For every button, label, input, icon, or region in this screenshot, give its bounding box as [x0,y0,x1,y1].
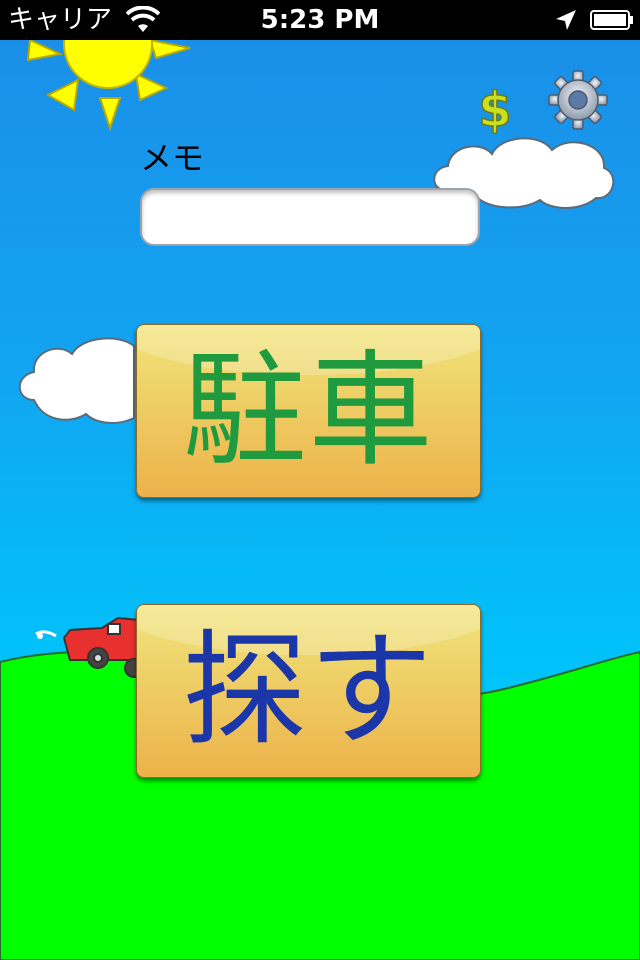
sun-illustration [26,40,191,132]
battery-icon [590,10,633,30]
status-bar: キャリア 5:23 PM [0,0,640,40]
background-illustration [0,40,640,960]
gear-icon[interactable] [548,70,608,130]
main-scene: $ メモ 駐車 探す [0,40,640,960]
svg-text:$: $ [478,82,511,134]
location-arrow-icon [556,10,576,30]
park-button[interactable]: 駐車 [136,324,481,498]
memo-input[interactable] [140,188,480,246]
search-button-label: 探す [182,619,435,763]
memo-label: メモ [140,139,205,177]
park-button-label: 駐車 [182,339,435,483]
dollar-icon[interactable]: $ [473,80,517,134]
clock-time: 5:23 PM [260,5,380,35]
search-button[interactable]: 探す [136,604,481,778]
cloud-left [18,337,135,424]
